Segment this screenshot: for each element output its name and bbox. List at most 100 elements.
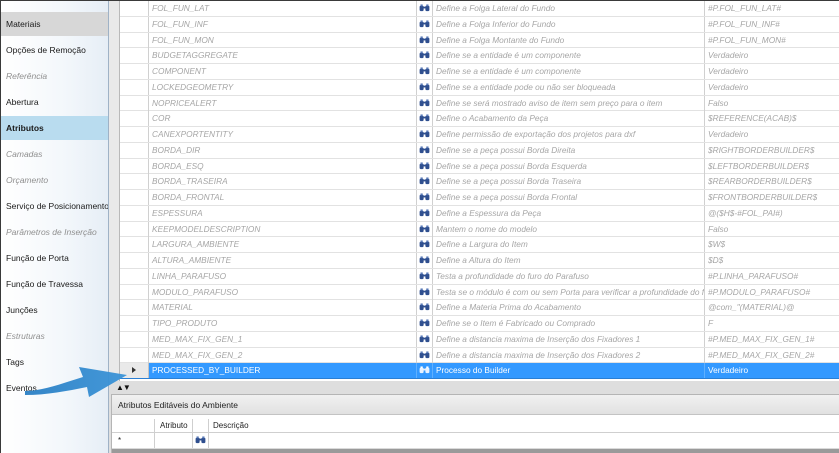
attribute-value-cell[interactable]: #P.MED_MAX_FIX_GEN_2# <box>705 348 839 363</box>
attribute-description-cell[interactable]: Testa se o módulo é com ou sem Porta par… <box>433 284 705 300</box>
attribute-name-cell[interactable]: BORDA_ESQ <box>149 158 417 174</box>
attribute-value-cell[interactable]: $RIGHTBORDERBUILDER$ <box>705 143 839 158</box>
sidebar-item[interactable]: Referência <box>1 64 108 88</box>
row-header-cell[interactable] <box>120 32 149 48</box>
table-row[interactable]: BUDGETAGGREGATE Define se a entidade é um… <box>120 48 839 64</box>
attribute-name-cell[interactable]: MODULO_PARAFUSO <box>149 284 417 300</box>
attribute-name-cell[interactable]: TIPO_PRODUTO <box>149 316 417 331</box>
attribute-name-cell[interactable]: NOPRICEALERT <box>149 95 417 111</box>
attribute-value-cell[interactable]: #P.MODULO_PARAFUSO# <box>705 285 839 300</box>
table-row[interactable]: FOL_FUN_MON Define a Folga Montante do Fu… <box>120 32 839 49</box>
row-header-cell[interactable] <box>120 221 149 237</box>
sidebar-item[interactable]: Estruturas <box>1 324 108 348</box>
attribute-description-cell[interactable]: Define se a entidade é um componente <box>433 48 705 64</box>
row-header-cell[interactable] <box>120 205 149 221</box>
sidebar-item[interactable]: Serviço de Posicionamento <box>1 194 108 218</box>
table-row[interactable]: LOCKEDGEOMETRY Define se a entidade pode … <box>120 79 839 96</box>
attribute-description-cell[interactable]: Processo do Builder <box>433 363 705 379</box>
binoculars-icon[interactable] <box>417 16 433 32</box>
row-header-cell[interactable] <box>120 300 149 316</box>
sidebar-item[interactable]: Abertura <box>1 90 108 114</box>
attribute-description-cell[interactable]: Define permissão de exportação dos proje… <box>433 127 705 142</box>
attribute-description-cell[interactable]: Define se o Item é Fabricado ou Comprado <box>433 316 705 331</box>
attribute-value-cell[interactable]: $LEFTBORDERBUILDER$ <box>705 159 839 174</box>
table-row[interactable]: MATERIAL Define a Materia Prima do Acabam… <box>120 300 839 316</box>
table-row[interactable]: BORDA_TRASEIRA Define se a peça possui Bo… <box>120 174 839 190</box>
attribute-description-cell[interactable]: Define se a peça possui Borda Traseira <box>433 174 705 190</box>
table-row[interactable]: MED_MAX_FIX_GEN_2 Define a distancia maxi… <box>120 347 839 364</box>
binoculars-icon[interactable] <box>417 190 433 205</box>
binoculars-icon[interactable] <box>417 253 433 268</box>
attribute-name-cell[interactable]: BORDA_DIR <box>149 142 417 158</box>
binoculars-icon[interactable] <box>417 64 433 79</box>
attribute-name-cell[interactable]: PROCESSED_BY_BUILDER <box>149 363 417 379</box>
attribute-description-cell[interactable]: Define se será mostrado aviso de item se… <box>433 95 705 111</box>
binoculars-icon[interactable] <box>417 79 433 95</box>
attribute-name-cell[interactable]: FOL_FUN_LAT <box>149 1 417 16</box>
attributes-grid[interactable]: FOL_FUN_LAT Define a Folga Lateral do Fun… <box>120 1 839 381</box>
table-row[interactable]: NOPRICEALERT Define se será mostrado avis… <box>120 95 839 112</box>
attribute-name-cell[interactable]: COMPONENT <box>149 64 417 79</box>
table-row[interactable]: ALTURA_AMBIENTE Define a Altura do Item $D… <box>120 253 839 269</box>
attribute-value-cell[interactable]: Verdadeiro <box>705 363 839 378</box>
row-header-cell[interactable] <box>120 142 149 158</box>
binoculars-icon[interactable] <box>417 363 433 379</box>
row-header-cell[interactable] <box>120 253 149 268</box>
table-row[interactable]: LINHA_PARAFUSO Testa a profundidade do fu… <box>120 268 839 285</box>
binoculars-icon[interactable] <box>417 268 433 284</box>
binoculars-icon[interactable] <box>417 221 433 237</box>
table-row[interactable]: FOL_FUN_LAT Define a Folga Lateral do Fun… <box>120 1 839 17</box>
binoculars-icon[interactable] <box>417 174 433 190</box>
row-header-cell[interactable] <box>120 16 149 32</box>
row-header-cell[interactable] <box>120 331 149 347</box>
new-row[interactable]: * <box>112 433 839 449</box>
table-row[interactable]: ESPESSURA Define a Espessura da Peça @($H$… <box>120 205 839 222</box>
row-header-cell[interactable] <box>120 48 149 64</box>
attribute-name-cell[interactable]: LINHA_PARAFUSO <box>149 268 417 284</box>
sidebar-item[interactable]: Opções de Remoção <box>1 38 108 62</box>
binoculars-icon[interactable] <box>417 32 433 48</box>
row-header-cell[interactable] <box>120 174 149 190</box>
attribute-name-cell[interactable]: LARGURA_AMBIENTE <box>149 237 417 253</box>
row-header-cell[interactable] <box>120 95 149 111</box>
binoculars-icon[interactable] <box>192 433 208 448</box>
attribute-description-cell[interactable]: Mantem o nome do modelo <box>433 221 705 237</box>
attribute-name-cell[interactable]: FOL_FUN_INF <box>149 16 417 32</box>
table-row-selected[interactable]: PROCESSED_BY_BUILDER Processo do Builder V… <box>120 363 839 379</box>
table-row[interactable]: BORDA_FRONTAL Define se a peça possui Bor… <box>120 190 839 206</box>
binoculars-icon[interactable] <box>417 347 433 363</box>
attribute-description-cell[interactable]: Define a Folga Inferior do Fundo <box>433 16 705 32</box>
attribute-description-cell[interactable]: Define se a peça possui Borda Esquerda <box>433 158 705 174</box>
sidebar-item[interactable]: Materiais <box>1 12 108 36</box>
column-header-attribute[interactable]: Atributo <box>154 419 194 432</box>
table-row[interactable]: CANEXPORTENTITY Define permissão de expor… <box>120 127 839 143</box>
row-header-cell[interactable] <box>120 1 149 16</box>
attribute-description-cell[interactable]: Define a distancia maxima de Inserção do… <box>433 331 705 347</box>
row-header-cell[interactable] <box>120 79 149 95</box>
attribute-value-cell[interactable]: $W$ <box>705 237 839 252</box>
attribute-name-cell[interactable]: MED_MAX_FIX_GEN_2 <box>149 347 417 363</box>
table-row[interactable]: MODULO_PARAFUSO Testa se o módulo é com o… <box>120 284 839 301</box>
attribute-value-cell[interactable]: $D$ <box>705 253 839 268</box>
attribute-value-cell[interactable]: F <box>705 316 839 331</box>
attribute-name-cell[interactable]: KEEPMODELDESCRIPTION <box>149 221 417 237</box>
attribute-value-cell[interactable]: $REFERENCE(ACAB)$ <box>705 111 839 126</box>
attribute-value-cell[interactable]: Verdadeiro <box>705 127 839 142</box>
table-row[interactable]: BORDA_DIR Define se a peça possui Borda D… <box>120 142 839 159</box>
attribute-name-cell[interactable]: CANEXPORTENTITY <box>149 127 417 142</box>
attribute-name-cell[interactable]: BUDGETAGGREGATE <box>149 48 417 64</box>
attribute-description-cell[interactable]: Define se a entidade é um componente <box>433 64 705 79</box>
row-header-cell[interactable] <box>120 190 149 205</box>
binoculars-icon[interactable] <box>417 158 433 174</box>
attribute-name-cell[interactable]: BORDA_TRASEIRA <box>149 174 417 190</box>
attribute-description-cell[interactable]: Define se a peça possui Borda Direita <box>433 142 705 158</box>
binoculars-icon[interactable] <box>417 331 433 347</box>
attribute-description-cell[interactable]: Define a Materia Prima do Acabamento <box>433 300 705 316</box>
row-header-cell[interactable] <box>120 64 149 79</box>
attribute-description-cell[interactable]: Define a Altura do Item <box>433 253 705 268</box>
attribute-description-cell[interactable]: Define a Espessura da Peça <box>433 205 705 221</box>
binoculars-icon[interactable] <box>417 237 433 253</box>
sidebar-item[interactable]: Junções <box>1 298 108 322</box>
sidebar-item[interactable]: Camadas <box>1 142 108 166</box>
attribute-description-cell[interactable]: Define se a entidade pode ou não ser blo… <box>433 79 705 95</box>
